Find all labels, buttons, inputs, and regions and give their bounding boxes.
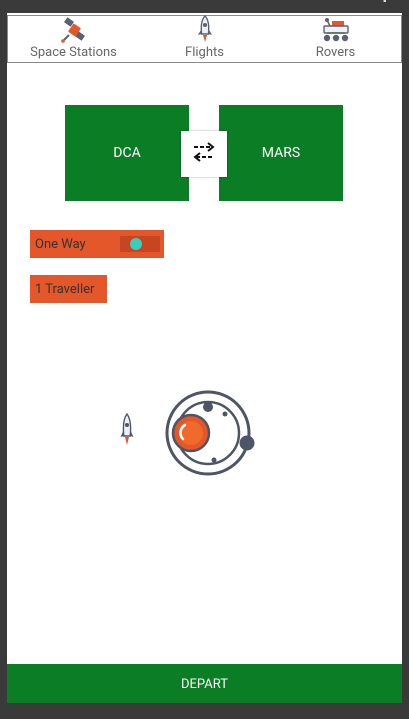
rocket-illustration-icon — [119, 412, 135, 451]
rover-icon — [321, 17, 351, 43]
tab-label: Space Stations — [30, 45, 117, 60]
one-way-toggle[interactable] — [120, 236, 160, 252]
rocket-icon — [196, 15, 214, 43]
status-bar-indicator: ▪ — [383, 0, 387, 7]
destination-label: MARS — [261, 145, 301, 161]
tab-flights[interactable]: Flights — [139, 15, 270, 62]
traveller-selector[interactable]: 1 Traveller — [30, 275, 107, 303]
tab-label: Rovers — [315, 45, 356, 60]
swap-button[interactable] — [181, 131, 227, 177]
satellite-icon — [59, 17, 89, 43]
destination-button[interactable]: MARS — [219, 105, 343, 201]
trip-type-row: One Way — [30, 230, 164, 258]
depart-button[interactable]: DEPART — [7, 664, 402, 703]
trip-type-label: One Way — [35, 236, 86, 252]
origin-label: DCA — [113, 145, 141, 161]
tab-space-stations[interactable]: Space Stations — [8, 16, 139, 62]
origin-button[interactable]: DCA — [65, 105, 189, 201]
tab-label: Flights — [185, 45, 224, 60]
solar-system-illustration-icon — [165, 389, 261, 485]
traveller-label: 1 Traveller — [35, 281, 95, 297]
toggle-knob — [130, 238, 142, 250]
depart-label: DEPART — [181, 676, 228, 692]
app-screen: Space Stations Flights Rovers DCA MARS O… — [7, 13, 402, 703]
swap-arrows-icon — [191, 141, 217, 167]
tab-bar: Space Stations Flights Rovers — [7, 15, 402, 63]
tab-rovers[interactable]: Rovers — [270, 16, 401, 62]
